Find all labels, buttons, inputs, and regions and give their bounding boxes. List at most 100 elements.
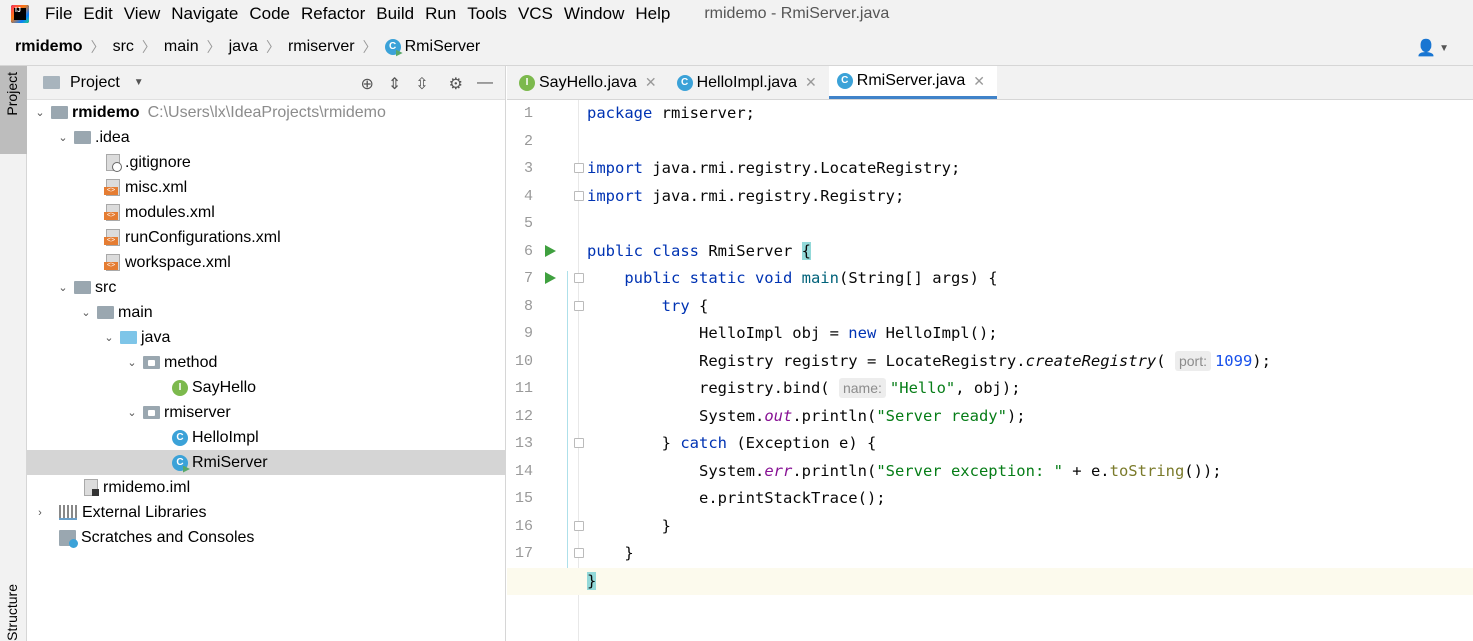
- menu-code[interactable]: Code: [249, 4, 290, 24]
- scratches-icon: [59, 529, 78, 548]
- gear-icon[interactable]: ⚙: [449, 74, 463, 94]
- static-method: createRegistry: [1025, 351, 1157, 370]
- tree-item-label: src: [95, 278, 117, 296]
- chevron-down-icon[interactable]: ⌄: [102, 331, 116, 344]
- tree-item-label: runConfigurations.xml: [125, 228, 281, 246]
- chevron-down-icon[interactable]: ▼: [134, 77, 144, 88]
- tree-item-modules-xml[interactable]: modules.xml: [27, 200, 506, 225]
- code-text: (String[] args) {: [838, 269, 998, 287]
- keyword: catch: [680, 434, 727, 452]
- locate-file-icon[interactable]: ⊕: [360, 74, 373, 94]
- breadcrumb-project[interactable]: rmidemo: [15, 38, 83, 56]
- tree-item-method[interactable]: ⌄ method: [27, 350, 506, 375]
- tree-item-rmiserver-package[interactable]: ⌄ rmiserver: [27, 400, 506, 425]
- tree-item-misc-xml[interactable]: misc.xml: [27, 175, 506, 200]
- gitignore-file-icon: [106, 154, 122, 172]
- menu-edit[interactable]: Edit: [83, 4, 112, 24]
- menu-refactor[interactable]: Refactor: [301, 4, 365, 24]
- tree-item-idea[interactable]: ⌄ .idea: [27, 125, 506, 150]
- breadcrumb-rmiserver[interactable]: rmiserver: [288, 38, 355, 56]
- editor-gutter[interactable]: 1 2 3 4 5 6 7 8 9 10 11 12 13 14 15 16 1…: [507, 100, 584, 641]
- close-icon[interactable]: ✕: [973, 73, 985, 90]
- tree-item-scratches[interactable]: Scratches and Consoles: [27, 525, 506, 550]
- project-tool-label: Project: [4, 72, 20, 116]
- structure-tool-button[interactable]: Structure: [4, 584, 20, 641]
- breadcrumb-main[interactable]: main: [164, 38, 199, 56]
- chevron-down-icon[interactable]: ⌄: [79, 306, 93, 319]
- breadcrumb-rmiserver-class[interactable]: C RmiServer: [384, 38, 480, 57]
- fold-marker-icon[interactable]: [574, 191, 584, 201]
- breadcrumb-src[interactable]: src: [113, 38, 134, 56]
- close-icon[interactable]: ✕: [645, 74, 657, 91]
- fold-marker-icon[interactable]: [574, 521, 584, 531]
- chevron-down-icon[interactable]: ⌄: [56, 281, 70, 294]
- menu-build[interactable]: Build: [376, 4, 414, 24]
- breadcrumb-separator-icon: 〉: [90, 38, 105, 55]
- project-tool-button[interactable]: Project: [0, 66, 27, 154]
- chevron-right-icon[interactable]: ›: [33, 507, 47, 519]
- fold-marker-icon[interactable]: [574, 163, 584, 173]
- project-path: C:\Users\lx\IdeaProjects\rmidemo: [147, 103, 386, 121]
- account-menu[interactable]: 👤 ▼: [1416, 38, 1449, 58]
- tree-item-java[interactable]: ⌄ java: [27, 325, 506, 350]
- code-editor[interactable]: package rmiserver; import java.rmi.regis…: [507, 100, 1473, 595]
- menu-file[interactable]: File: [45, 4, 72, 24]
- menu-tools[interactable]: Tools: [467, 4, 507, 24]
- line-number: 8: [523, 297, 533, 315]
- menu-vcs[interactable]: VCS: [518, 4, 553, 24]
- breadcrumb-java[interactable]: java: [229, 38, 258, 56]
- editor-tabs: I SayHello.java ✕ C HelloImpl.java ✕ C R…: [507, 66, 1473, 100]
- parameter-hint: port:: [1174, 350, 1211, 371]
- menu-help[interactable]: Help: [635, 4, 670, 24]
- tree-item-gitignore[interactable]: .gitignore: [27, 150, 506, 175]
- chevron-down-icon[interactable]: ⌄: [125, 406, 139, 419]
- tree-item-src[interactable]: ⌄ src: [27, 275, 506, 300]
- xml-file-icon: [104, 229, 120, 246]
- tree-item-rmidemo[interactable]: ⌄ rmidemo C:\Users\lx\IdeaProjects\rmide…: [27, 100, 506, 125]
- keyword: public class: [587, 241, 699, 260]
- tree-item-rmidemo-iml[interactable]: rmidemo.iml: [27, 475, 506, 500]
- fold-marker-icon[interactable]: [574, 548, 584, 558]
- tree-item-external-libraries[interactable]: › External Libraries: [27, 500, 506, 525]
- method-name: toString: [1109, 461, 1185, 480]
- chevron-down-icon[interactable]: ⌄: [56, 131, 70, 144]
- interface-icon: I: [519, 74, 535, 91]
- tab-helloimpl[interactable]: C HelloImpl.java ✕: [669, 66, 829, 99]
- menu-window[interactable]: Window: [564, 4, 624, 24]
- left-tool-strip: Project Structure: [0, 66, 27, 641]
- menu-run[interactable]: Run: [425, 4, 456, 24]
- code-text: HelloImpl();: [876, 324, 998, 342]
- project-tree: ⌄ rmidemo C:\Users\lx\IdeaProjects\rmide…: [27, 100, 506, 550]
- chevron-down-icon[interactable]: ⌄: [125, 356, 139, 369]
- fold-marker-icon[interactable]: [574, 438, 584, 448]
- menu-view[interactable]: View: [124, 4, 161, 24]
- tree-item-workspace-xml[interactable]: workspace.xml: [27, 250, 506, 275]
- tree-item-helloimpl[interactable]: C HelloImpl: [27, 425, 506, 450]
- tree-item-sayhello[interactable]: I SayHello: [27, 375, 506, 400]
- chevron-down-icon[interactable]: ⌄: [33, 106, 47, 119]
- code-line: HelloImpl obj = new HelloImpl();: [587, 320, 1473, 348]
- tab-sayhello[interactable]: I SayHello.java ✕: [511, 66, 669, 99]
- tree-item-label: .gitignore: [125, 153, 191, 171]
- fold-marker-icon[interactable]: [574, 301, 584, 311]
- run-main-icon[interactable]: [545, 272, 556, 284]
- close-icon[interactable]: ✕: [805, 74, 817, 91]
- tab-rmiserver[interactable]: C RmiServer.java ✕: [828, 66, 997, 99]
- collapse-all-icon[interactable]: ⇳: [415, 74, 428, 94]
- tree-item-rmiserver[interactable]: C RmiServer: [27, 450, 506, 475]
- code-text: .println(: [792, 461, 877, 480]
- run-class-icon[interactable]: [545, 245, 556, 257]
- project-view-selector[interactable]: Project: [70, 74, 120, 92]
- hide-panel-icon[interactable]: —: [477, 74, 493, 94]
- fold-marker-icon[interactable]: [574, 273, 584, 283]
- tree-item-runconfigurations-xml[interactable]: runConfigurations.xml: [27, 225, 506, 250]
- tree-item-main[interactable]: ⌄ main: [27, 300, 506, 325]
- xml-file-icon: [104, 254, 120, 271]
- module-folder-icon: [51, 106, 68, 119]
- expand-all-icon[interactable]: ⇕: [388, 74, 401, 94]
- menu-navigate[interactable]: Navigate: [171, 4, 238, 24]
- folder-icon: [97, 306, 114, 319]
- tree-item-label: main: [118, 303, 153, 321]
